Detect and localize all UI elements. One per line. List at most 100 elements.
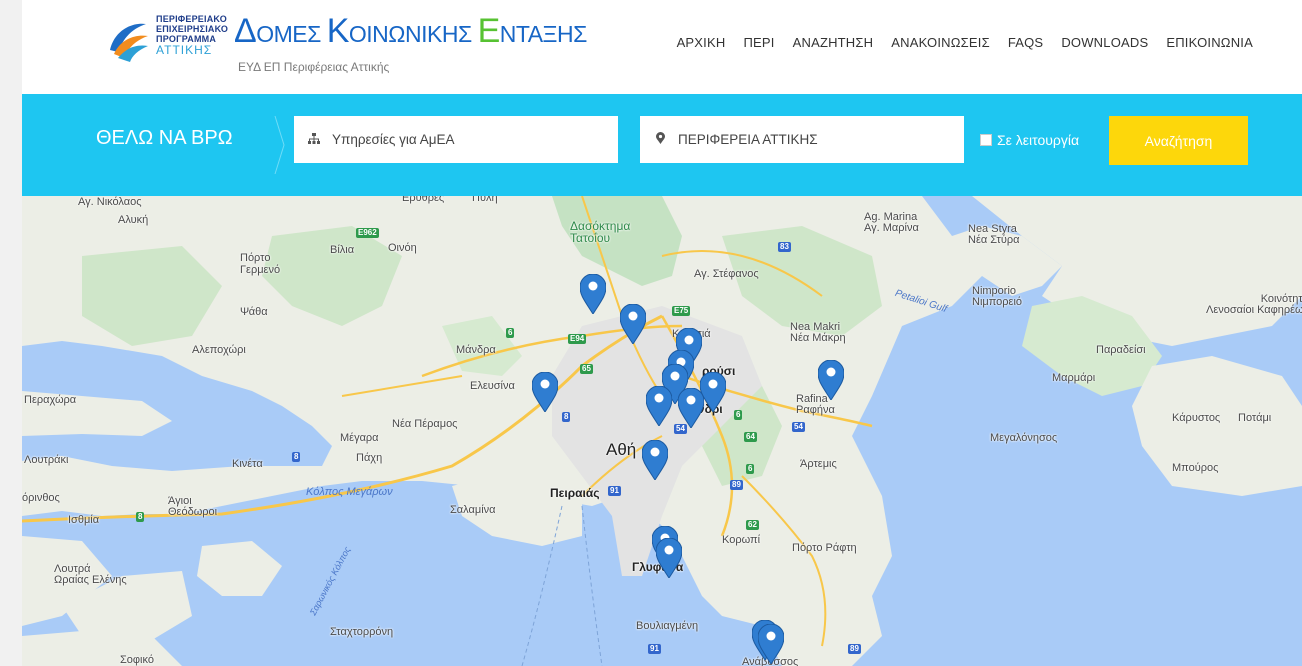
place-label: Βουλιαγμένη xyxy=(636,620,699,632)
checkbox-label: Σε λειτουργία xyxy=(997,132,1080,148)
place-label: Πύλη xyxy=(472,196,498,204)
place-label: Nea Makri Νέα Μάκρη xyxy=(790,321,846,344)
map-terrain xyxy=(22,196,1302,666)
page-frame: ΠΕΡΙΦΕΡΕΙΑΚΟ ΕΠΙΧΕΙΡΗΣΙΑΚΟ ΠΡΟΓΡΑΜΜΑ ΑΤΤ… xyxy=(22,0,1302,666)
place-label: Μαρμάρι xyxy=(1052,372,1096,384)
place-label: Νέα Πέραμος xyxy=(392,418,458,430)
place-label: Κάρυστος xyxy=(1172,412,1221,424)
map-pin-icon[interactable] xyxy=(620,304,646,344)
brand-word: ΝΤΑΞΗΣ xyxy=(499,21,588,47)
place-label: Κοινότητα Λενοσαίοι Καφηρέως xyxy=(1206,293,1302,316)
place-label: Μέγαρα xyxy=(340,432,379,444)
place-label: Αγ. Νικόλαος xyxy=(78,196,142,208)
program-line: ΠΕΡΙΦΕΡΕΙΑΚΟ xyxy=(156,14,227,24)
place-label: Κορωπί xyxy=(722,534,761,546)
service-type-select[interactable]: Υπηρεσίες για ΑμΕΑ xyxy=(294,116,618,163)
map-pin-icon[interactable] xyxy=(646,386,672,426)
place-label: Σταχτορρόνη xyxy=(330,626,394,638)
map-pin-icon[interactable] xyxy=(656,538,682,578)
site-brand[interactable]: ΔΟΜΕΣ ΚΟΙΝΩΝΙΚΗΣ ΕΝΤΑΞΗΣ xyxy=(234,12,587,53)
road-shield: 8 xyxy=(292,452,301,462)
checkbox-box[interactable] xyxy=(980,134,992,146)
road-shield: 6 xyxy=(506,328,515,338)
brand-initial: Ε xyxy=(477,12,501,50)
place-label: Λουτράκι xyxy=(24,454,69,466)
region-select[interactable]: ΠΕΡΙΦΕΡΕΙΑ ΑΤΤΙΚΗΣ xyxy=(640,116,964,163)
region-logo-icon[interactable] xyxy=(104,12,152,64)
nav-about[interactable]: ΠΕΡΙ xyxy=(734,35,783,50)
place-label: Ag. Marina Αγ. Μαρίνα xyxy=(864,211,919,234)
place-label: Λουτρά Ωραίας Ελένης xyxy=(54,563,127,586)
road-shield: E94 xyxy=(568,334,587,344)
brand-word: ΟΙΝΩΝΙΚΗΣ xyxy=(348,21,478,47)
road-shield: 91 xyxy=(648,644,661,654)
search-bar: ΘΕΛΩ ΝΑ ΒΡΩ Υπηρεσίες για ΑμΕΑ ΠΕΡΙΦΕΡΕΙ… xyxy=(22,94,1302,196)
place-label: Nea Styra Νέα Στύρα xyxy=(968,223,1020,246)
place-label: όρινθος xyxy=(22,492,60,504)
operating-checkbox[interactable]: Σε λειτουργία xyxy=(980,132,1079,148)
place-label: Πειραιάς xyxy=(550,486,600,500)
road-shield: 83 xyxy=(778,242,791,252)
place-label: Σαλαμίνα xyxy=(450,504,496,516)
program-name: ΠΕΡΙΦΕΡΕΙΑΚΟ ΕΠΙΧΕΙΡΗΣΙΑΚΟ ΠΡΟΓΡΑΜΜΑ ΑΤΤ… xyxy=(156,14,228,57)
road-shield: 91 xyxy=(608,486,621,496)
brand-initial: Κ xyxy=(326,12,350,50)
search-heading: ΘΕΛΩ ΝΑ ΒΡΩ xyxy=(96,127,233,149)
nav-contact[interactable]: ΕΠΙΚΟΙΝΩΝΙΑ xyxy=(1157,35,1262,50)
road-shield: 89 xyxy=(848,644,861,654)
place-label: Ψάθα xyxy=(240,306,268,318)
program-line: ΑΤΤΙΚΗΣ xyxy=(156,43,213,57)
place-label: Ερυθρές xyxy=(402,196,445,204)
map-pin-icon[interactable] xyxy=(532,372,558,412)
road-shield: 6 xyxy=(734,410,743,420)
map-pin-icon[interactable] xyxy=(818,360,844,400)
place-label: Ισθμία xyxy=(68,514,100,526)
nav-search[interactable]: ΑΝΑΖΗΤΗΣΗ xyxy=(784,35,883,50)
map-view[interactable]: Αγ. Νικόλαος Αλυκή Ερυθρές Πύλη Βίλια Οι… xyxy=(22,196,1302,666)
place-label: Ελευσίνα xyxy=(470,380,515,392)
region-value: ΠΕΡΙΦΕΡΕΙΑ ΑΤΤΙΚΗΣ xyxy=(678,132,818,147)
place-label: Μεγαλόνησος xyxy=(990,432,1058,444)
road-shield: 54 xyxy=(792,422,805,432)
place-label: Άρτεμις xyxy=(800,458,837,470)
nav-home[interactable]: ΑΡΧΙΚΗ xyxy=(668,35,735,50)
sitemap-icon xyxy=(304,132,324,147)
map-pin-icon[interactable] xyxy=(580,274,606,314)
program-line: ΕΠΙΧΕΙΡΗΣΙΑΚΟ xyxy=(156,24,229,34)
place-label: Μάνδρα xyxy=(456,344,496,356)
place-label: Αλυκή xyxy=(118,214,149,226)
place-label: Παραδείσι xyxy=(1096,344,1146,356)
brand-word: ΟΜΕΣ xyxy=(256,21,327,47)
map-pin-icon[interactable] xyxy=(678,388,704,428)
nav-faqs[interactable]: FAQS xyxy=(999,35,1052,50)
brand-initial: Δ xyxy=(234,12,257,50)
place-label: Βίλια xyxy=(330,244,355,256)
place-label: Πόρτο Ράφτη xyxy=(792,542,857,554)
place-label: Μπούρος xyxy=(1172,462,1219,474)
road-shield: 64 xyxy=(744,432,757,442)
road-shield: 8 xyxy=(562,412,571,422)
place-label: Περαχώρα xyxy=(24,394,77,406)
nav-announcements[interactable]: ΑΝΑΚΟΙΝΩΣΕΙΣ xyxy=(882,35,999,50)
map-pin-icon[interactable] xyxy=(758,624,784,664)
road-shield: E75 xyxy=(672,306,691,316)
place-label: Άγιοι Θεόδωροι xyxy=(168,495,218,518)
forest-label: Δασόκτημα Τατοΐου xyxy=(570,219,631,245)
road-shield: 89 xyxy=(730,480,743,490)
nav-downloads[interactable]: DOWNLOADS xyxy=(1052,35,1157,50)
place-label: Αγ. Στέφανος xyxy=(694,268,759,280)
place-label: Nimporio Νιμπορειό xyxy=(972,285,1022,308)
site-subtitle: ΕΥΔ ΕΠ Περιφέρειας Αττικής xyxy=(238,60,390,74)
place-label: Ποτάμι xyxy=(1238,412,1272,424)
road-shield: 8 xyxy=(136,512,145,522)
search-button[interactable]: Αναζήτηση xyxy=(1109,116,1248,165)
place-label: Πόρτο Γερμενό xyxy=(240,252,281,276)
chevron-divider-icon xyxy=(274,116,285,174)
map-marker-icon xyxy=(650,132,670,147)
map-pin-icon[interactable] xyxy=(642,440,668,480)
road-shield: 6 xyxy=(746,464,755,474)
place-label: Αλεποχώρι xyxy=(192,344,246,356)
site-header: ΠΕΡΙΦΕΡΕΙΑΚΟ ΕΠΙΧΕΙΡΗΣΙΑΚΟ ΠΡΟΓΡΑΜΜΑ ΑΤΤ… xyxy=(22,0,1302,94)
sea-label: Κόλπος Μεγάρων xyxy=(306,486,393,498)
service-type-value: Υπηρεσίες για ΑμΕΑ xyxy=(332,132,455,147)
